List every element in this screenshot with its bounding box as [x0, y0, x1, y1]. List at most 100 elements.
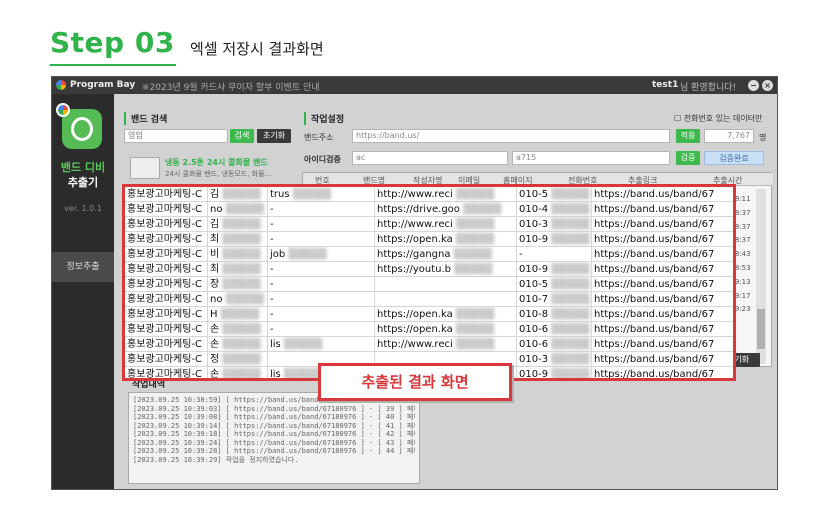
table-row: 홍보광고마케팅-C 손 ▒▒▒▒▒ lis ▒▒▒▒▒ http://www.reci… — [125, 337, 733, 352]
table-cell: https://drive.goo ▒▒▒▒▒ — [375, 202, 517, 217]
table-cell: no ▒▒▒▒▒ — [208, 202, 268, 217]
redacted-text: ▒▒▒▒▒ — [219, 369, 261, 380]
table-cell: no ▒▒▒▒▒ — [208, 292, 268, 307]
table-cell: - — [268, 232, 375, 247]
table-cell: 장 ▒▒▒▒▒ — [208, 277, 268, 292]
search-button[interactable]: 검색 — [230, 129, 254, 143]
log-line: [2023.09.25 10:39:24] [ https://band.us/… — [133, 438, 415, 447]
id-check-label: 아이디검증 — [304, 155, 341, 164]
table-cell: 홍보광고마케팅-C — [125, 187, 208, 202]
table-cell: 홍보광고마케팅-C — [125, 352, 208, 367]
table-row: 홍보광고마케팅-C 비 ▒▒▒▒▒ job ▒▒▒▒▒ https://gangna … — [125, 247, 733, 262]
log-line: [2023.09.25 10:39:03] [ https://band.us/… — [133, 404, 415, 413]
table-cell: https://band.us/band/67 — [594, 324, 715, 335]
table-cell: 최 ▒▒▒▒▒ — [208, 262, 268, 277]
table-cell: https://band.us/band/67 — [594, 189, 715, 200]
redacted-text: ▒▒▒▒▒ — [452, 234, 495, 245]
redacted-text: ▒▒▒▒▒ — [548, 264, 590, 275]
redacted-text: ▒▒▒▒▒ — [219, 249, 261, 260]
id-input-2[interactable]: a715 — [512, 151, 670, 165]
log-line: [2023.09.25 10:39:28] [ https://band.us/… — [133, 447, 415, 455]
version-label: ver. 1.0.1 — [64, 204, 102, 213]
redacted-text: ▒▒▒▒▒ — [219, 279, 261, 290]
table-row: 홍보광고마케팅-C 최 ▒▒▒▒▒ - https://open.ka ▒▒▒▒▒ 01… — [125, 232, 733, 247]
sidebar-item-extract[interactable]: 정보추출 — [52, 252, 114, 282]
verify-button[interactable]: 검증 — [676, 151, 700, 165]
redacted-text: ▒▒▒▒▒ — [451, 264, 493, 275]
table-cell: 홍보광고마케팅-C — [125, 292, 208, 307]
work-settings-label: 작업설정 — [304, 112, 344, 125]
table-cell: 홍보광고마케팅-C — [125, 247, 208, 262]
table-cell: https://band.us/band/67 — [594, 204, 715, 215]
redacted-text: ▒▒▒▒▒ — [452, 219, 495, 230]
band-result-title[interactable]: 냉동 2.5톤 24시 콜화물 밴드 — [165, 157, 268, 168]
table-cell: job ▒▒▒▒▒ — [268, 247, 375, 262]
log-line: [2023.09.25 10:39:18] [ https://band.us/… — [133, 430, 415, 438]
search-reset-button[interactable]: 초기화 — [257, 129, 291, 143]
table-cell: https://band.us/band/67 — [594, 264, 715, 275]
table-cell: 손 ▒▒▒▒▒ — [208, 322, 268, 337]
table-cell: https://band.us/band/67 — [594, 219, 715, 230]
table-cell: 홍보광고마케팅-C — [125, 322, 208, 337]
redacted-text: ▒▒▒▒▒ — [548, 189, 590, 200]
redacted-text: ▒▒▒▒▒ — [219, 339, 261, 350]
id-input[interactable]: ac — [352, 151, 508, 165]
redacted-text: ▒▒▒▒▒ — [289, 189, 332, 200]
table-cell: https://band.us/band/67 — [594, 339, 715, 350]
redacted-text: ▒▒▒▒▒ — [459, 204, 502, 215]
apply-button[interactable]: 적용 — [676, 129, 700, 143]
redacted-text: ▒▒▒▒▒ — [452, 324, 495, 335]
log-line: [2023.09.25 10:39:08] [ https://band.us/… — [133, 413, 415, 421]
table-cell: https://band.us/band/67 — [594, 369, 715, 380]
redacted-text: ▒▒▒▒▒ — [548, 309, 590, 320]
notice-link[interactable]: ※2023년 9월 카드사 무이자 할부 이벤트 안내 — [142, 80, 320, 93]
programbay-logo-icon — [56, 80, 66, 90]
app-name: Program Bay — [70, 80, 136, 90]
table-cell: - — [517, 247, 592, 262]
table-cell: https://band.us/band/67 — [594, 234, 715, 245]
phone-only-checkbox[interactable]: ☐ 전화번호 있는 데이터만 — [674, 113, 762, 124]
band-logo-icon — [56, 103, 102, 149]
verify-done-button[interactable]: 검증완료 — [704, 151, 764, 165]
close-icon[interactable]: × — [762, 80, 773, 91]
redacted-text: ▒▒▒▒▒ — [280, 339, 323, 350]
table-cell: H ▒▒▒▒▒ — [208, 307, 268, 322]
member-count-field: 7,767 — [704, 129, 754, 143]
table-cell: http://www.reci ▒▒▒▒▒ — [375, 337, 517, 352]
band-thumbnail — [130, 157, 160, 179]
band-logo-ring — [71, 117, 93, 141]
table-cell: 010-6 ▒▒▒▒▒ — [517, 337, 592, 352]
redacted-text: ▒▒▒▒▒ — [548, 204, 590, 215]
redacted-text: ▒▒▒▒▒ — [219, 234, 261, 245]
table-cell: 010-5 ▒▒▒▒▒ — [517, 187, 592, 202]
redacted-text: ▒▒▒▒▒ — [280, 369, 323, 380]
table-cell: https://band.us/band/67 — [594, 249, 715, 260]
member-count-unit: 명 — [759, 133, 767, 142]
programbay-badge-icon — [56, 103, 70, 117]
list-scrollbar[interactable] — [756, 189, 766, 364]
band-address-input[interactable]: https://band.us/ — [352, 129, 670, 143]
table-row: 홍보광고마케팅-C 손 ▒▒▒▒▒ - https://open.ka ▒▒▒▒▒ 01… — [125, 322, 733, 337]
table-row: 홍보광고마케팅-C 김 ▒▒▒▒▒ - http://www.reci ▒▒▒▒▒ 01… — [125, 217, 733, 232]
redacted-text: ▒▒▒▒▒ — [548, 234, 590, 245]
table-cell: https://open.ka ▒▒▒▒▒ — [375, 322, 517, 337]
band-search-label: 밴드 검색 — [124, 112, 167, 125]
table-cell: trus ▒▒▒▒▒ — [268, 187, 375, 202]
band-search-input[interactable]: 영업 — [124, 129, 228, 143]
redacted-text: ▒▒▒▒▒ — [452, 189, 495, 200]
table-cell: 정 ▒▒▒▒▒ — [208, 352, 268, 367]
redacted-text: ▒▒▒▒▒ — [219, 264, 261, 275]
sidebar-subtitle: 추출기 — [67, 176, 99, 189]
table-cell: - — [268, 307, 375, 322]
title-bar: Program Bay ※2023년 9월 카드사 무이자 할부 이벤트 안내 … — [52, 77, 777, 94]
table-cell: 010-9 ▒▒▒▒▒ — [517, 262, 592, 277]
username: test1 — [652, 80, 679, 90]
table-cell: 김 ▒▒▒▒▒ — [208, 217, 268, 232]
table-row: 홍보광고마케팅-C no ▒▒▒▒▒ - 010-7 ▒▒▒▒▒ https://ban… — [125, 292, 733, 307]
band-address-label: 밴드주소 — [304, 133, 334, 142]
table-cell: 홍보광고마케팅-C — [125, 277, 208, 292]
scrollbar-thumb[interactable] — [757, 309, 765, 349]
table-cell: 010-8 ▒▒▒▒▒ — [517, 307, 592, 322]
redacted-text: ▒▒▒▒▒ — [548, 354, 590, 365]
minimize-button[interactable]: − — [748, 80, 759, 91]
